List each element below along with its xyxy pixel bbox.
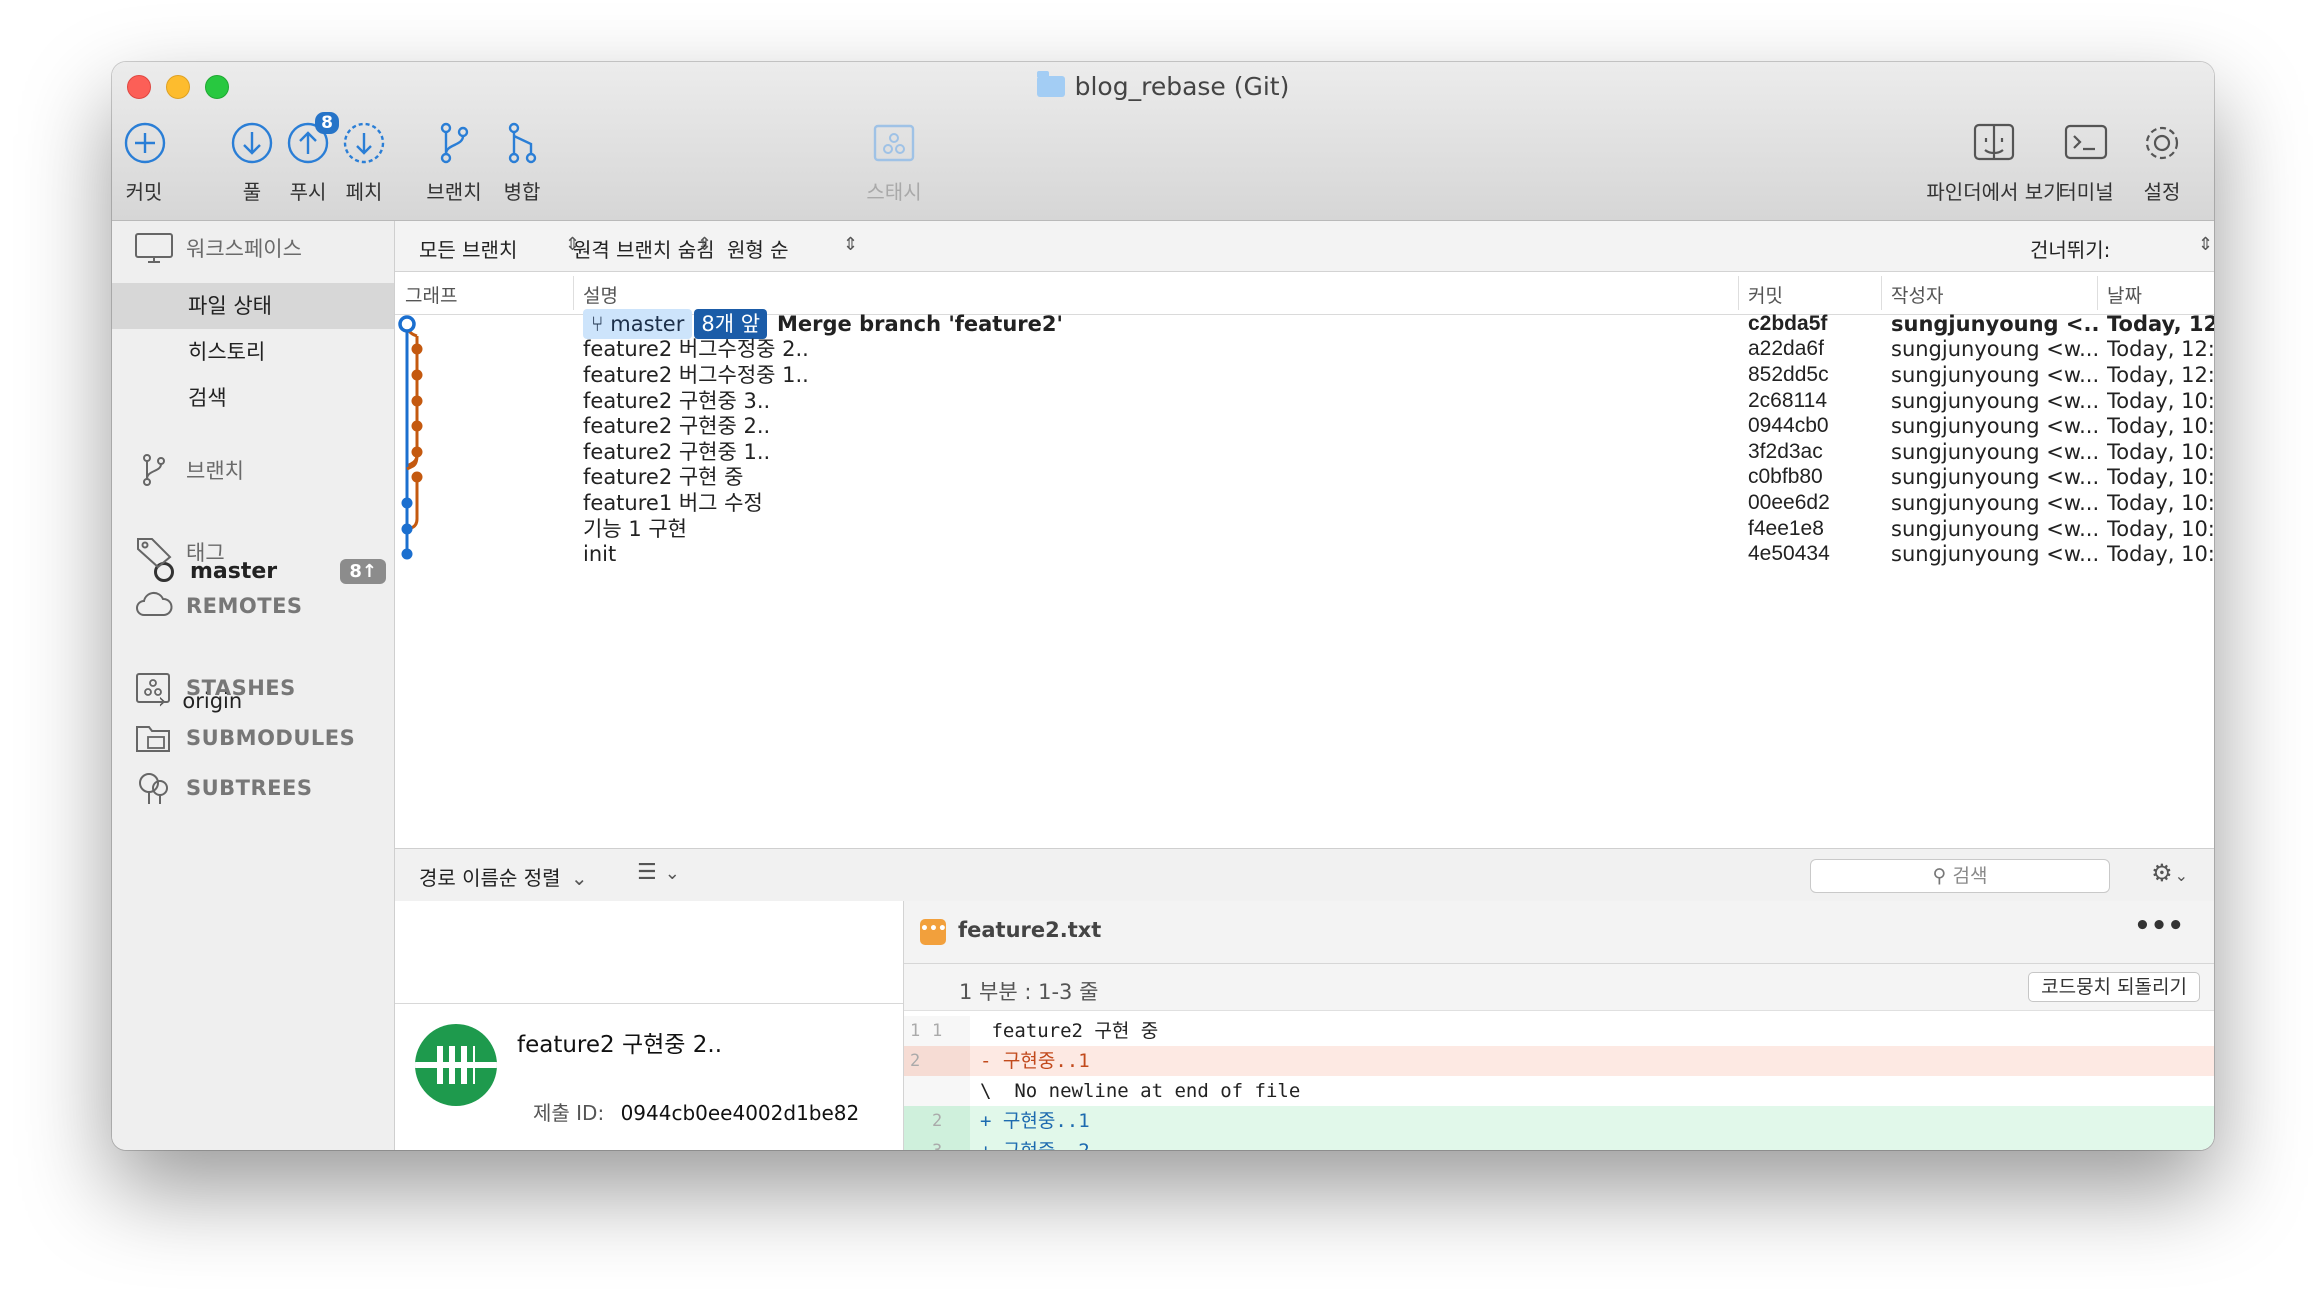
terminal-icon bbox=[2061, 118, 2111, 168]
sort-select[interactable]: 경로 이름순 정렬 ⌄ bbox=[419, 862, 588, 891]
tag-icon bbox=[137, 538, 172, 569]
order-select[interactable]: 원형 순 ⇕ bbox=[727, 234, 859, 263]
file-list-toolbar: 경로 이름순 정렬 ⌄ ☰ ⌄ ⚲ 검색 ⚙ ⌄ bbox=[395, 848, 2214, 902]
commit-id-line: 제출 ID: 0944cb0ee4002d1be82 bbox=[533, 1101, 860, 1125]
commit-detail-title: feature2 구현중 2.. bbox=[517, 1032, 723, 1058]
stash-button[interactable]: 스태시 bbox=[844, 118, 944, 205]
toolbar: blog_rebase (Git) 커밋 풀 8 푸시 페치 브랜치 병합 스태… bbox=[112, 62, 2214, 221]
more-options-icon[interactable]: ••• bbox=[2134, 911, 2184, 941]
commit-detail-pane: feature2 구현중 2.. 제출 ID: 0944cb0ee4002d1b… bbox=[395, 901, 904, 1150]
diff-pane: ••• feature2.txt ••• 1 부분 : 1-3 줄 코드뭉치 되… bbox=[904, 901, 2214, 1150]
column-date[interactable]: 날짜 bbox=[2107, 281, 2142, 308]
updown-chevron-icon: ⇕ bbox=[843, 234, 859, 255]
sidebar-item-search[interactable]: 검색 bbox=[112, 375, 394, 421]
remote-filter-select[interactable]: 원격 브랜치 숨김 ⇕ bbox=[573, 234, 743, 263]
column-graph[interactable]: 그래프 bbox=[405, 281, 457, 308]
gear-icon: ⚙ bbox=[2151, 859, 2173, 887]
diff-line-added: 3 + 구현중..2 bbox=[904, 1136, 2214, 1150]
sidebar-section-branches[interactable]: 브랜치 bbox=[134, 453, 244, 487]
commit-button[interactable]: 커밋 bbox=[120, 118, 168, 205]
view-mode-select[interactable]: ☰ ⌄ bbox=[637, 860, 680, 885]
diff-file-name: feature2.txt bbox=[958, 918, 1102, 942]
diff-file-header: ••• feature2.txt ••• bbox=[904, 901, 2214, 964]
terminal-button[interactable]: 터미널 bbox=[2044, 118, 2128, 205]
commit-author: sungjunyoung <w... bbox=[1891, 542, 2100, 566]
commit-description: init bbox=[583, 542, 617, 566]
window-title: blog_rebase (Git) bbox=[112, 71, 2214, 101]
app-window: blog_rebase (Git) 커밋 풀 8 푸시 페치 브랜치 병합 스태… bbox=[112, 62, 2214, 1150]
column-author[interactable]: 작성자 bbox=[1891, 281, 1943, 308]
column-commit[interactable]: 커밋 bbox=[1748, 281, 1783, 308]
merge-button[interactable]: 병합 bbox=[490, 118, 554, 205]
commit-id-value: 0944cb0ee4002d1be82 bbox=[620, 1101, 860, 1125]
branch-icon bbox=[429, 118, 479, 168]
chevron-down-icon: ⌄ bbox=[2174, 866, 2188, 885]
upload-circle-icon: 8 bbox=[283, 112, 339, 168]
options-gear-button[interactable]: ⚙ ⌄ bbox=[2151, 859, 2188, 887]
stash-icon bbox=[869, 118, 919, 168]
divider bbox=[395, 1003, 903, 1004]
sidebar-item-file-status[interactable]: 파일 상태 bbox=[112, 283, 394, 329]
hunk-header: 1 부분 : 1-3 줄 코드뭉치 되돌리기 bbox=[904, 964, 2214, 1011]
commit-hash: 4e50434 bbox=[1748, 542, 1830, 565]
chevron-down-icon: ⌄ bbox=[570, 866, 588, 890]
monitor-icon bbox=[135, 233, 173, 263]
branch-button[interactable]: 브랜치 bbox=[414, 118, 494, 205]
sidebar-section-tags[interactable]: 태그 bbox=[134, 535, 225, 569]
file-changed-icon: ••• bbox=[920, 919, 947, 945]
push-button[interactable]: 8 푸시 bbox=[282, 112, 339, 205]
chevron-down-icon: ⌄ bbox=[664, 863, 680, 884]
sidebar: 워크스페이스 파일 상태 히스토리 검색 브랜치 master 8↑ 태그 RE… bbox=[112, 221, 395, 1150]
submodule-icon bbox=[136, 726, 170, 752]
jump-to-select[interactable]: 건너뛰기: ⇕ bbox=[2030, 234, 2214, 263]
hunk-label: 1 부분 : 1-3 줄 bbox=[959, 980, 1099, 1004]
plus-circle-icon bbox=[120, 118, 170, 168]
fetch-circle-icon bbox=[339, 118, 389, 168]
folder-icon bbox=[1036, 71, 1065, 97]
sidebar-section-stashes[interactable]: STASHES bbox=[134, 671, 296, 705]
ahead-count-badge: 8↑ bbox=[340, 559, 386, 584]
commit-row[interactable]: init 4e50434 sungjunyoung <w... Today, 1… bbox=[395, 535, 2214, 573]
author-avatar bbox=[415, 1024, 497, 1106]
sidebar-section-subtrees[interactable]: SUBTREES bbox=[134, 771, 313, 805]
search-input[interactable]: ⚲ 검색 bbox=[1810, 859, 2110, 893]
settings-button[interactable]: 설정 bbox=[2130, 118, 2194, 205]
diff-line: 11 feature2 구현 중 bbox=[904, 1016, 2214, 1046]
finder-icon bbox=[1969, 118, 2019, 168]
diff-line-added: 2 + 구현중..1 bbox=[904, 1106, 2214, 1136]
stash-icon bbox=[136, 673, 170, 703]
commit-date: Today, 10:02 AM bbox=[2107, 542, 2214, 566]
tree-icon bbox=[139, 773, 168, 804]
list-icon: ☰ bbox=[637, 860, 657, 885]
branch-filter-select[interactable]: 모든 브랜치 ⇕ bbox=[419, 234, 589, 263]
sidebar-section-submodules[interactable]: SUBMODULES bbox=[134, 721, 355, 755]
download-circle-icon bbox=[227, 118, 277, 168]
sidebar-item-history[interactable]: 히스토리 bbox=[112, 329, 394, 375]
column-description[interactable]: 설명 bbox=[583, 281, 618, 308]
updown-chevron-icon: ⇕ bbox=[2198, 234, 2214, 255]
diff-line-removed: 2 - 구현중..1 bbox=[904, 1046, 2214, 1076]
merge-icon bbox=[497, 118, 547, 168]
filter-bar: 모든 브랜치 ⇕ 원격 브랜치 숨김 ⇕ 원형 순 ⇕ 건너뛰기: ⇕ bbox=[395, 221, 2214, 272]
diff-line-no-newline: \ No newline at end of file bbox=[904, 1076, 2214, 1106]
revert-hunk-button[interactable]: 코드뭉치 되돌리기 bbox=[2028, 972, 2200, 1002]
search-icon: ⚲ bbox=[1932, 865, 1953, 887]
gear-icon bbox=[2137, 118, 2187, 168]
branch-icon bbox=[143, 454, 165, 486]
updown-chevron-icon: ⇕ bbox=[697, 234, 713, 255]
pull-button[interactable]: 풀 bbox=[226, 118, 278, 205]
fetch-button[interactable]: 페치 bbox=[336, 118, 392, 205]
cloud-icon bbox=[136, 591, 173, 616]
sidebar-section-remotes[interactable]: REMOTES bbox=[134, 589, 303, 623]
sidebar-section-workspace: 워크스페이스 bbox=[134, 231, 302, 265]
